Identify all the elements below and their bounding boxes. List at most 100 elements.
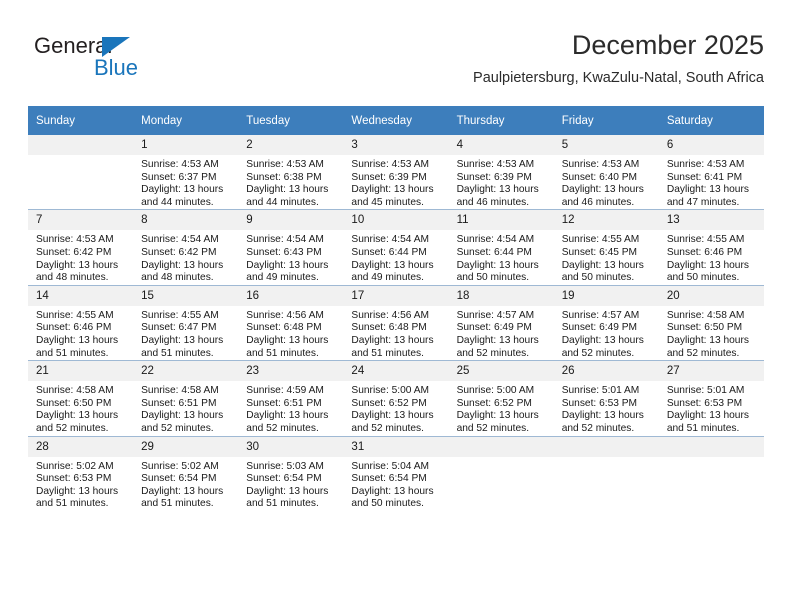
calendar-day-cell[interactable]: 25 Sunrise: 5:00 AM Sunset: 6:52 PM Dayligh… xyxy=(448,360,554,436)
day-number xyxy=(448,436,554,457)
day-sun-info: Sunrise: 4:53 AM Sunset: 6:39 PM Daylight:… xyxy=(343,155,448,209)
day-number xyxy=(553,436,659,457)
weekday-header-friday: Friday xyxy=(553,106,659,135)
weekday-header-row: Sunday Monday Tuesday Wednesday Thursday… xyxy=(28,106,764,135)
calendar-day-cell[interactable]: 18 Sunrise: 4:57 AM Sunset: 6:49 PM Dayligh… xyxy=(448,284,554,361)
weekday-header-saturday: Saturday xyxy=(658,106,764,135)
daylight-text-line1: Daylight: 13 hours xyxy=(246,334,329,346)
day-sun-info: Sunrise: 5:02 AM Sunset: 6:53 PM Daylight:… xyxy=(28,457,133,511)
logo-triangle-icon xyxy=(102,37,130,57)
sunset-text: Sunset: 6:40 PM xyxy=(561,171,638,183)
day-number: 5 xyxy=(553,135,659,155)
calendar-day-cell[interactable]: 23 Sunrise: 4:59 AM Sunset: 6:51 PM Dayligh… xyxy=(238,360,344,436)
calendar-day-cell[interactable]: 4 Sunrise: 4:53 AM Sunset: 6:39 PM Daylight… xyxy=(448,135,554,210)
day-number: 13 xyxy=(658,210,764,231)
calendar-day-cell[interactable]: 12 Sunrise: 4:55 AM Sunset: 6:45 PM Dayligh… xyxy=(553,209,659,286)
sunset-text: Sunset: 6:50 PM xyxy=(666,322,743,334)
calendar-day-cell[interactable]: 26 Sunrise: 5:01 AM Sunset: 6:53 PM Dayligh… xyxy=(553,360,659,436)
calendar-day-cell[interactable]: 22 Sunrise: 4:58 AM Sunset: 6:51 PM Dayligh… xyxy=(133,360,239,436)
day-sun-info: Sunrise: 4:53 AM Sunset: 6:38 PM Daylight:… xyxy=(238,155,343,209)
day-sun-info: Sunrise: 5:01 AM Sunset: 6:53 PM Daylight:… xyxy=(659,381,764,435)
sunrise-text: Sunrise: 5:00 AM xyxy=(351,385,430,397)
daylight-text-line1: Daylight: 13 hours xyxy=(666,259,749,271)
sunrise-text: Sunrise: 4:54 AM xyxy=(246,234,324,246)
sunrise-text: Sunrise: 4:53 AM xyxy=(666,159,745,170)
day-number: 31 xyxy=(343,436,449,457)
sunrise-text: Sunrise: 5:02 AM xyxy=(36,460,114,472)
daylight-text-line1: Daylight: 13 hours xyxy=(456,410,539,422)
sunrise-text: Sunrise: 4:53 AM xyxy=(36,234,114,246)
daylight-text-line2: and 46 minutes. xyxy=(456,196,530,208)
daylight-text-line2: and 52 minutes. xyxy=(456,347,530,359)
sunset-text: Sunset: 6:50 PM xyxy=(36,397,112,409)
calendar-day-cell[interactable]: 19 Sunrise: 4:57 AM Sunset: 6:49 PM Dayligh… xyxy=(553,284,659,361)
day-number: 22 xyxy=(133,361,239,382)
weekday-header-wednesday: Wednesday xyxy=(343,106,449,135)
sunset-text: Sunset: 6:49 PM xyxy=(561,322,638,334)
calendar-day-cell[interactable]: 17 Sunrise: 4:56 AM Sunset: 6:48 PM Dayligh… xyxy=(343,284,449,361)
calendar-day-cell[interactable]: 11 Sunrise: 4:54 AM Sunset: 6:44 PM Dayligh… xyxy=(448,209,554,286)
day-number: 26 xyxy=(553,361,659,382)
daylight-text-line1: Daylight: 13 hours xyxy=(36,259,119,271)
calendar-day-cell[interactable]: 2 Sunrise: 4:53 AM Sunset: 6:38 PM Daylight… xyxy=(238,135,344,210)
calendar-day-cell[interactable]: 3 Sunrise: 4:53 AM Sunset: 6:39 PM Daylight… xyxy=(343,135,449,210)
calendar-day-cell[interactable]: 24 Sunrise: 5:00 AM Sunset: 6:52 PM Dayligh… xyxy=(343,360,449,436)
calendar-day-cell[interactable]: 8 Sunrise: 4:54 AM Sunset: 6:42 PM Daylight… xyxy=(133,209,239,286)
day-number: 9 xyxy=(238,210,344,231)
calendar-day-cell[interactable]: 31 Sunrise: 5:04 AM Sunset: 6:54 PM Dayligh… xyxy=(343,435,449,511)
daylight-text-line1: Daylight: 13 hours xyxy=(561,410,644,422)
calendar-week-row: 14 Sunrise: 4:55 AM Sunset: 6:46 PM Dayligh… xyxy=(28,284,764,361)
calendar-day-cell[interactable]: 16 Sunrise: 4:56 AM Sunset: 6:48 PM Dayligh… xyxy=(238,284,344,361)
daylight-text-line2: and 50 minutes. xyxy=(666,272,740,284)
daylight-text-line1: Daylight: 13 hours xyxy=(246,485,329,497)
calendar-day-cell[interactable]: 14 Sunrise: 4:55 AM Sunset: 6:46 PM Dayligh… xyxy=(28,284,134,361)
day-number xyxy=(28,135,134,155)
calendar-day-cell[interactable]: 29 Sunrise: 5:02 AM Sunset: 6:54 PM Dayligh… xyxy=(133,435,239,511)
sunset-text: Sunset: 6:43 PM xyxy=(246,246,322,258)
calendar-day-cell[interactable]: 28 Sunrise: 5:02 AM Sunset: 6:53 PM Dayligh… xyxy=(28,435,134,511)
calendar-day-cell[interactable]: 20 Sunrise: 4:58 AM Sunset: 6:50 PM Dayligh… xyxy=(658,284,764,361)
daylight-text-line1: Daylight: 13 hours xyxy=(36,410,119,422)
daylight-text-line1: Daylight: 13 hours xyxy=(666,334,749,346)
calendar-day-cell[interactable]: 27 Sunrise: 5:01 AM Sunset: 6:53 PM Dayligh… xyxy=(658,360,764,436)
calendar-day-cell[interactable]: 9 Sunrise: 4:54 AM Sunset: 6:43 PM Daylight… xyxy=(238,209,344,286)
day-number: 29 xyxy=(133,436,239,457)
sunrise-text: Sunrise: 4:58 AM xyxy=(36,385,114,397)
daylight-text-line2: and 50 minutes. xyxy=(456,272,530,284)
daylight-text-line1: Daylight: 13 hours xyxy=(246,259,329,271)
day-sun-info: Sunrise: 4:58 AM Sunset: 6:50 PM Daylight:… xyxy=(28,381,133,435)
calendar-day-cell[interactable]: 10 Sunrise: 4:54 AM Sunset: 6:44 PM Dayligh… xyxy=(343,209,449,286)
sunrise-text: Sunrise: 4:53 AM xyxy=(351,159,430,170)
sunset-text: Sunset: 6:41 PM xyxy=(666,171,743,183)
day-number: 16 xyxy=(238,285,344,306)
calendar-day-cell[interactable]: 7 Sunrise: 4:53 AM Sunset: 6:42 PM Daylight… xyxy=(28,209,134,286)
sunset-text: Sunset: 6:39 PM xyxy=(456,171,532,183)
weekday-header-monday: Monday xyxy=(133,106,239,135)
daylight-text-line1: Daylight: 13 hours xyxy=(351,334,434,346)
daylight-text-line2: and 51 minutes. xyxy=(246,498,319,510)
calendar-day-cell[interactable]: 30 Sunrise: 5:03 AM Sunset: 6:54 PM Dayligh… xyxy=(238,435,344,511)
calendar-day-cell[interactable]: 13 Sunrise: 4:55 AM Sunset: 6:46 PM Dayligh… xyxy=(658,209,764,286)
day-sun-info: Sunrise: 4:57 AM Sunset: 6:49 PM Daylight:… xyxy=(554,306,659,360)
day-sun-info: Sunrise: 4:53 AM Sunset: 6:39 PM Daylight:… xyxy=(449,155,554,209)
calendar-day-cell[interactable]: 15 Sunrise: 4:55 AM Sunset: 6:47 PM Dayligh… xyxy=(133,284,239,361)
daylight-text-line1: Daylight: 13 hours xyxy=(351,410,434,422)
daylight-text-line1: Daylight: 13 hours xyxy=(246,410,329,422)
calendar-day-cell[interactable]: 6 Sunrise: 4:53 AM Sunset: 6:41 PM Daylight… xyxy=(658,135,764,210)
daylight-text-line2: and 52 minutes. xyxy=(561,347,635,359)
day-sun-info: Sunrise: 5:00 AM Sunset: 6:52 PM Daylight:… xyxy=(343,381,448,435)
sunset-text: Sunset: 6:54 PM xyxy=(141,473,217,485)
day-number: 11 xyxy=(448,210,554,231)
calendar-day-cell[interactable]: 21 Sunrise: 4:58 AM Sunset: 6:50 PM Dayligh… xyxy=(28,360,134,436)
daylight-text-line2: and 47 minutes. xyxy=(666,196,740,208)
weekday-header-tuesday: Tuesday xyxy=(238,106,344,135)
daylight-text-line2: and 50 minutes. xyxy=(561,272,635,284)
daylight-text-line2: and 52 minutes. xyxy=(456,422,530,434)
sunrise-text: Sunrise: 4:53 AM xyxy=(561,159,640,170)
day-sun-info: Sunrise: 4:57 AM Sunset: 6:49 PM Daylight:… xyxy=(449,306,554,360)
calendar-day-cell-empty xyxy=(28,135,134,210)
calendar-day-cell[interactable]: 1 Sunrise: 4:53 AM Sunset: 6:37 PM Daylight… xyxy=(133,135,239,210)
calendar-day-cell[interactable]: 5 Sunrise: 4:53 AM Sunset: 6:40 PM Daylight… xyxy=(553,135,659,210)
sunset-text: Sunset: 6:44 PM xyxy=(351,246,427,258)
day-number: 3 xyxy=(343,135,449,155)
